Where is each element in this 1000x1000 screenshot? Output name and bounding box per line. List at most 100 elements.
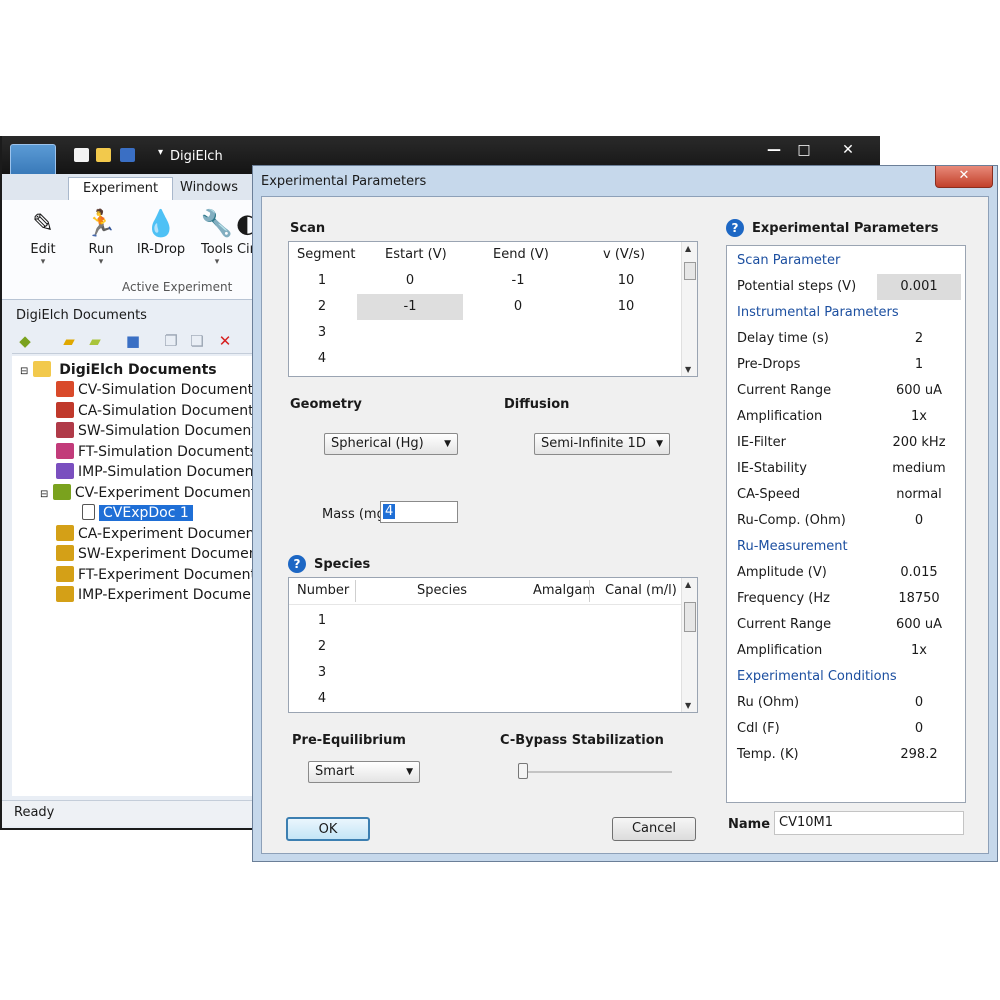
tree-item[interactable]: SW-Experiment Documents xyxy=(56,544,270,564)
ir-drop-button[interactable]: 💧 IR-Drop xyxy=(132,206,190,276)
run-button[interactable]: 🏃 Run ▾ xyxy=(74,206,128,276)
chevron-down-icon: ▾ xyxy=(40,257,46,267)
param-row[interactable]: CA-Speed normal xyxy=(727,482,965,508)
param-value[interactable]: 0 xyxy=(877,690,961,716)
dialog-client: Scan Segment Estart (V) Eend (V) v (V/s)… xyxy=(261,196,989,854)
mass-value: 4 xyxy=(383,504,396,519)
param-row[interactable]: Amplitude (V) 0.015 xyxy=(727,560,965,586)
delete-icon[interactable]: ✕ xyxy=(216,332,234,350)
collapse-icon[interactable]: ⊟ xyxy=(40,489,48,500)
param-row[interactable]: Frequency (Hz 18750 xyxy=(727,586,965,612)
scan-cell[interactable]: 10 xyxy=(573,294,679,320)
species-scrollbar[interactable]: ▲ ▼ xyxy=(681,578,697,712)
param-value[interactable]: 0.015 xyxy=(877,560,961,586)
scan-table: Segment Estart (V) Eend (V) v (V/s) 1 0 … xyxy=(288,241,698,377)
param-row[interactable]: IE-Stability medium xyxy=(727,456,965,482)
param-value[interactable]: 1x xyxy=(877,404,961,430)
param-value[interactable]: 600 uA xyxy=(877,378,961,404)
scroll-thumb[interactable] xyxy=(684,262,696,280)
new-document-icon[interactable] xyxy=(74,148,89,162)
scroll-down-icon[interactable]: ▼ xyxy=(685,701,691,710)
sw-sim-icon xyxy=(56,422,74,438)
scroll-down-icon[interactable]: ▼ xyxy=(685,365,691,374)
copy-icon[interactable]: ❐ xyxy=(162,332,180,350)
tree-root[interactable]: ⊟ DigiElch Documents xyxy=(20,360,217,380)
tree-item[interactable]: CA-Simulation Documents xyxy=(56,401,261,421)
param-row[interactable]: Delay time (s) 2 xyxy=(727,326,965,352)
scroll-thumb[interactable] xyxy=(684,602,696,632)
scan-cell[interactable]: 10 xyxy=(573,268,679,294)
tab-experiment[interactable]: Experiment xyxy=(68,177,174,200)
param-value[interactable]: 600 uA xyxy=(877,612,961,638)
params-help-icon[interactable]: ? xyxy=(726,219,744,237)
tree-item[interactable]: CV-Simulation Documents xyxy=(56,380,260,400)
param-row[interactable]: Ru (Ohm) 0 xyxy=(727,690,965,716)
edit-button[interactable]: ✎ Edit ▾ xyxy=(16,206,70,276)
param-value[interactable]: 0 xyxy=(877,716,961,742)
param-value[interactable]: 200 kHz xyxy=(877,430,961,456)
scroll-up-icon[interactable]: ▲ xyxy=(685,244,691,253)
dialog-close-button[interactable]: ✕ xyxy=(935,166,993,188)
scroll-up-icon[interactable]: ▲ xyxy=(685,580,691,589)
param-value[interactable]: medium xyxy=(877,456,961,482)
save-icon[interactable]: ■ xyxy=(124,332,142,350)
maximize-button[interactable]: □ xyxy=(784,140,824,160)
scan-cell[interactable]: -1 xyxy=(465,268,571,294)
tree-item[interactable]: CA-Experiment Documents xyxy=(56,524,267,544)
chevron-down-icon: ▼ xyxy=(444,439,451,449)
cbypass-slider-track[interactable] xyxy=(520,771,672,773)
param-value[interactable]: 298.2 xyxy=(877,742,961,768)
param-value[interactable]: 1 xyxy=(877,352,961,378)
quick-access-dropdown-icon[interactable]: ▾ xyxy=(158,147,163,158)
open-folder-icon[interactable] xyxy=(96,148,111,162)
run-label: Run xyxy=(88,242,114,257)
param-row[interactable]: Current Range 600 uA xyxy=(727,612,965,638)
tree-item[interactable]: FT-Simulation Documents xyxy=(56,442,257,462)
tree-item[interactable]: IMP-Experiment Documents xyxy=(56,585,273,605)
param-row[interactable]: Cdl (F) 0 xyxy=(727,716,965,742)
scan-cell[interactable]: 0 xyxy=(465,294,571,320)
param-value[interactable]: 0.001 xyxy=(877,274,961,300)
param-row[interactable]: Ru-Comp. (Ohm) 0 xyxy=(727,508,965,534)
close-button[interactable]: ✕ xyxy=(828,140,868,160)
collapse-icon[interactable]: ⊟ xyxy=(20,366,28,377)
docs-toolbar: ◆ ▰ ▰ ■ ❐ ❏ ✕ xyxy=(12,328,252,354)
param-label: Potential steps (V) xyxy=(737,279,857,294)
tree-item[interactable]: ⊟ CV-Experiment Documents xyxy=(40,483,264,503)
diffusion-select[interactable]: Semi-Infinite 1D ▼ xyxy=(534,433,670,455)
new-experiment-icon[interactable]: ◆ xyxy=(16,332,34,350)
tree-item[interactable]: IMP-Simulation Documents xyxy=(56,462,266,482)
tree-item[interactable]: SW-Simulation Documents xyxy=(56,421,264,441)
paste-icon[interactable]: ❏ xyxy=(188,332,206,350)
param-row[interactable]: Pre-Drops 1 xyxy=(727,352,965,378)
param-value[interactable]: 1x xyxy=(877,638,961,664)
param-value[interactable]: 2 xyxy=(877,326,961,352)
tree-item[interactable]: FT-Experiment Documents xyxy=(56,565,263,585)
param-label: Amplification xyxy=(737,643,823,658)
cancel-button[interactable]: Cancel xyxy=(612,817,696,841)
mass-input[interactable]: 4 xyxy=(380,501,458,523)
param-value[interactable]: 18750 xyxy=(877,586,961,612)
scan-cell[interactable]: 0 xyxy=(357,268,463,294)
param-value[interactable]: 0 xyxy=(877,508,961,534)
tree-item-selected[interactable]: CVExpDoc 1 xyxy=(82,503,193,523)
tab-windows[interactable]: Windows xyxy=(166,177,252,200)
geometry-select[interactable]: Spherical (Hg) ▼ xyxy=(324,433,458,455)
cbypass-slider-thumb[interactable] xyxy=(518,763,528,779)
ok-button[interactable]: OK xyxy=(286,817,370,841)
param-row[interactable]: Temp. (K) 298.2 xyxy=(727,742,965,768)
param-row[interactable]: Amplification 1x xyxy=(727,638,965,664)
save-icon[interactable] xyxy=(120,148,135,162)
param-row[interactable]: Amplification 1x xyxy=(727,404,965,430)
open-folder-icon[interactable]: ▰ xyxy=(60,332,78,350)
param-row[interactable]: Current Range 600 uA xyxy=(727,378,965,404)
import-icon[interactable]: ▰ xyxy=(86,332,104,350)
scan-cell-selected[interactable]: -1 xyxy=(357,294,463,320)
species-help-icon[interactable]: ? xyxy=(288,555,306,573)
param-row[interactable]: Potential steps (V) 0.001 xyxy=(727,274,965,300)
scan-scrollbar[interactable]: ▲ ▼ xyxy=(681,242,697,376)
param-row[interactable]: IE-Filter 200 kHz xyxy=(727,430,965,456)
pre-equilibrium-select[interactable]: Smart ▼ xyxy=(308,761,420,783)
name-input[interactable]: CV10M1 xyxy=(774,811,964,835)
param-value[interactable]: normal xyxy=(877,482,961,508)
